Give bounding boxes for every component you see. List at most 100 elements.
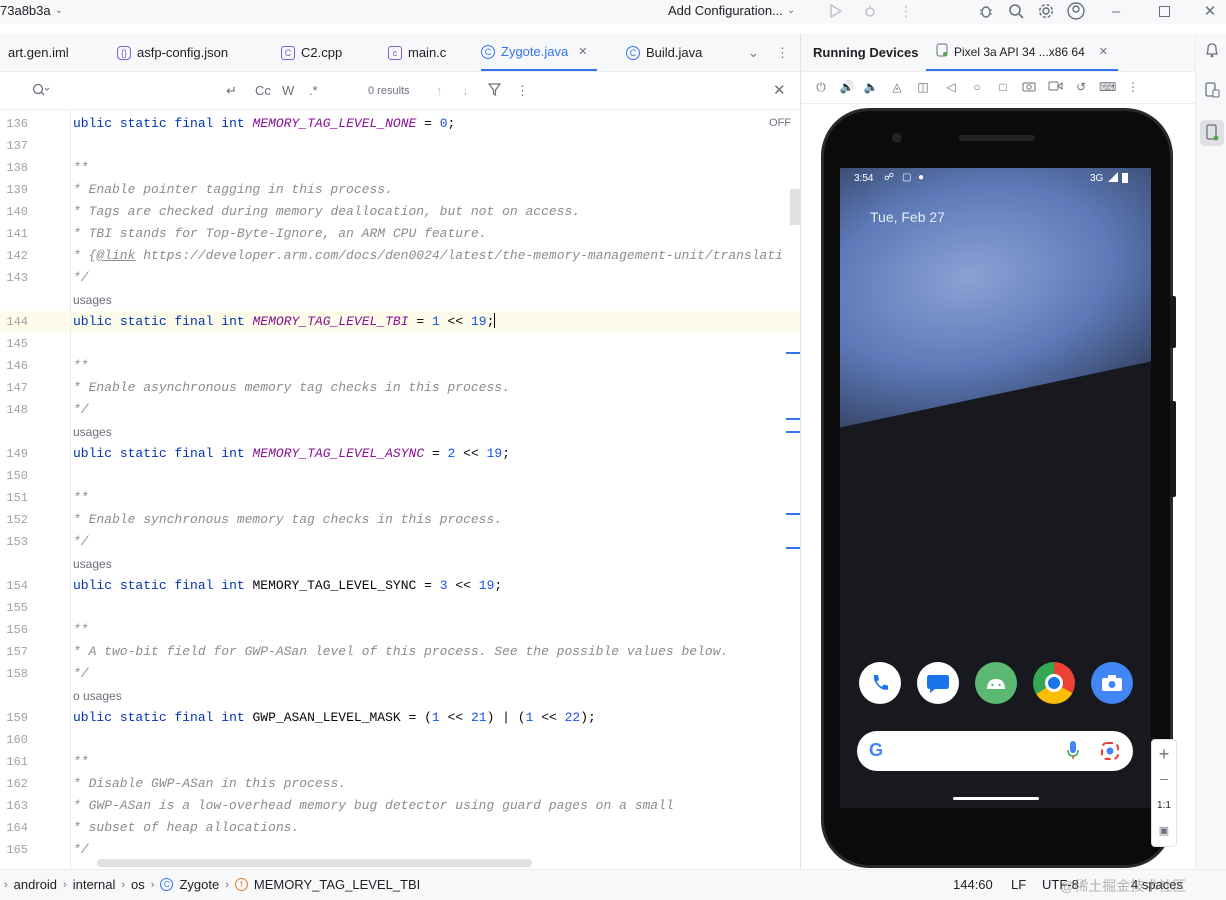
- zoom-out-icon[interactable]: –: [1152, 770, 1176, 786]
- device-screen[interactable]: 3:54 ☍ ▢ ● 3G Tue, Feb 27 G: [840, 168, 1151, 808]
- google-search-bar[interactable]: G: [857, 731, 1133, 771]
- rotate-left-icon[interactable]: ◬: [889, 80, 905, 96]
- find-more-icon[interactable]: ⋮: [516, 83, 529, 99]
- tab-list-chevron-icon[interactable]: ⌄: [748, 34, 759, 71]
- home-icon[interactable]: ○: [969, 80, 985, 96]
- device-icon: [936, 43, 948, 60]
- earpiece: [959, 135, 1035, 141]
- keyboard-icon[interactable]: ⌨: [1099, 80, 1116, 96]
- volume-down-icon[interactable]: 🔈: [863, 80, 879, 96]
- search-icon[interactable]: [1004, 0, 1028, 22]
- messages-app-icon[interactable]: [917, 662, 959, 704]
- breadcrumb-item[interactable]: MEMORY_TAG_LEVEL_TBI: [254, 877, 420, 892]
- usages-hint[interactable]: usages: [0, 289, 800, 311]
- code-line: 162 * Disable GWP-ASan in this process.: [0, 773, 800, 795]
- code-line: 147 * Enable asynchronous memory tag chec…: [0, 377, 800, 399]
- whole-words-toggle[interactable]: W: [282, 83, 294, 98]
- zoom-one-to-one-button[interactable]: 1:1: [1152, 800, 1176, 811]
- account-icon[interactable]: [1064, 0, 1088, 22]
- tab-main-c[interactable]: c main.c: [388, 34, 446, 71]
- field-icon: f: [234, 878, 248, 891]
- tab-build-java[interactable]: C Build.java: [626, 34, 702, 71]
- emulator-more-icon[interactable]: ⋮: [1125, 80, 1141, 96]
- usages-label[interactable]: usages: [73, 421, 112, 443]
- tab-zygote-java[interactable]: C Zygote.java ✕: [481, 34, 598, 71]
- close-tab-icon[interactable]: ✕: [578, 45, 587, 58]
- breadcrumb-item[interactable]: os: [131, 877, 145, 892]
- regex-toggle[interactable]: .*: [309, 83, 318, 98]
- match-case-toggle[interactable]: Cc: [255, 83, 271, 98]
- line-number: 143: [6, 271, 28, 285]
- code-editor[interactable]: OFF 136 ublic static final int MEMORY_TAG…: [0, 111, 800, 869]
- code-line: 151 **: [0, 487, 800, 509]
- minimize-icon[interactable]: –: [1104, 0, 1128, 22]
- more-actions-icon[interactable]: ⋮: [894, 0, 918, 22]
- line-number: 136: [6, 117, 28, 131]
- snapshot-icon[interactable]: ↺: [1073, 80, 1089, 96]
- microphone-icon[interactable]: [1067, 740, 1079, 763]
- chrome-app-icon[interactable]: [1033, 662, 1075, 704]
- run-icon[interactable]: [824, 0, 848, 22]
- preserve-case-icon[interactable]: ↵: [226, 83, 237, 99]
- line-separator[interactable]: LF: [1011, 877, 1026, 892]
- tab-asfp-config-json[interactable]: {} asfp-config.json: [117, 34, 228, 71]
- signal-icon: [1108, 172, 1118, 185]
- previous-occurrence-icon[interactable]: ↑: [436, 83, 443, 98]
- usages-hint[interactable]: o usages: [0, 685, 800, 707]
- vertical-scrollbar[interactable]: [790, 189, 800, 225]
- usages-hint[interactable]: usages: [0, 421, 800, 443]
- power-icon[interactable]: ⏻: [813, 80, 829, 96]
- dock: [858, 662, 1138, 704]
- zoom-in-icon[interactable]: +: [1152, 744, 1176, 765]
- filter-icon[interactable]: [487, 83, 502, 99]
- tab-device-pixel-3a[interactable]: Pixel 3a API 34 ...x86 64 ✕: [926, 34, 1118, 71]
- close-find-icon[interactable]: ✕: [773, 81, 786, 99]
- project-selector[interactable]: 73a8b3a ⌄: [0, 3, 63, 18]
- tab-art-gen-iml[interactable]: art.gen.iml: [8, 34, 69, 71]
- caret-position[interactable]: 144:60: [953, 877, 993, 892]
- rotate-right-icon[interactable]: ◫: [915, 80, 931, 96]
- tab-label: art.gen.iml: [8, 45, 69, 60]
- back-icon[interactable]: ◁: [943, 80, 959, 96]
- bug-icon[interactable]: [974, 0, 998, 22]
- fit-screen-icon[interactable]: ▣: [1152, 824, 1176, 837]
- phone-app-icon[interactable]: [859, 662, 901, 704]
- breadcrumb-item[interactable]: internal: [73, 877, 116, 892]
- usages-hint[interactable]: usages: [0, 553, 800, 575]
- change-marker: [786, 431, 800, 433]
- code-line: 157 * A two-bit field for GWP-ASan level …: [0, 641, 800, 663]
- breadcrumb-item[interactable]: Zygote: [179, 877, 219, 892]
- running-devices-icon[interactable]: [1200, 120, 1224, 146]
- code-text: * Enable asynchronous memory tag checks …: [73, 380, 510, 395]
- tab-more-icon[interactable]: ⋮: [776, 34, 789, 71]
- close-tab-icon[interactable]: ✕: [1099, 45, 1108, 58]
- notifications-icon[interactable]: [1203, 42, 1221, 60]
- debug-icon[interactable]: [858, 0, 882, 22]
- run-config-selector[interactable]: Add Configuration... ⌄: [668, 3, 795, 18]
- line-number: 161: [6, 755, 28, 769]
- breadcrumb-item[interactable]: android: [14, 877, 57, 892]
- volume-up-icon[interactable]: 🔊: [839, 80, 855, 96]
- device-manager-icon[interactable]: [1203, 82, 1221, 100]
- overview-icon[interactable]: □: [995, 80, 1011, 96]
- usages-label[interactable]: usages: [73, 553, 112, 575]
- close-window-icon[interactable]: ✕: [1198, 0, 1222, 22]
- settings-gear-icon[interactable]: [1034, 0, 1058, 22]
- usages-label[interactable]: usages: [73, 289, 112, 311]
- usages-label[interactable]: o usages: [73, 685, 122, 707]
- gesture-nav-pill[interactable]: [953, 797, 1039, 800]
- line-number: 153: [6, 535, 28, 549]
- horizontal-scrollbar[interactable]: [97, 859, 532, 867]
- zoom-controls: + – 1:1 ▣: [1151, 739, 1177, 847]
- device-tab-label: Pixel 3a API 34 ...x86 64: [954, 44, 1085, 59]
- screenshot-icon[interactable]: [1021, 80, 1037, 96]
- lens-icon[interactable]: [1100, 741, 1120, 764]
- android-app-icon[interactable]: [975, 662, 1017, 704]
- screen-record-icon[interactable]: [1047, 80, 1063, 96]
- tab-c2-cpp[interactable]: C C2.cpp: [281, 34, 342, 71]
- maximize-icon[interactable]: [1152, 0, 1176, 22]
- breadcrumb: › android › internal › os › C Zygote › f…: [4, 877, 420, 892]
- search-history-icon[interactable]: [32, 83, 50, 100]
- next-occurrence-icon[interactable]: ↓: [462, 83, 469, 98]
- camera-app-icon[interactable]: [1091, 662, 1133, 704]
